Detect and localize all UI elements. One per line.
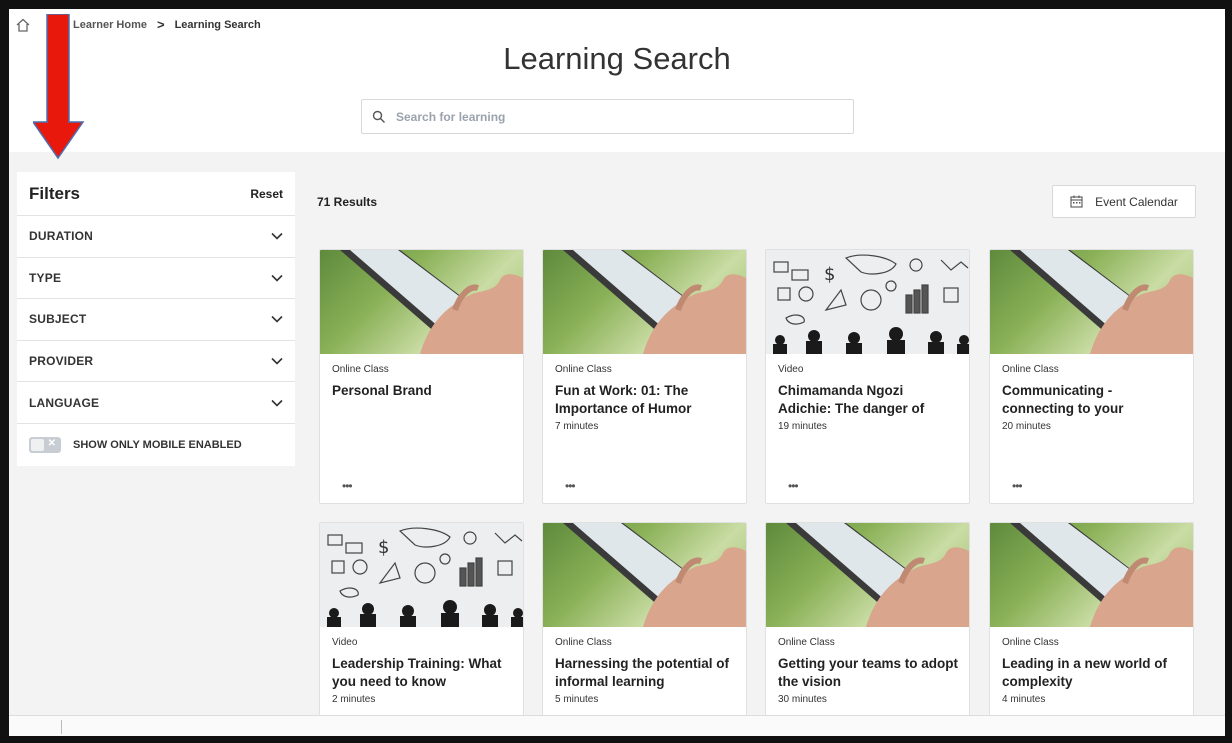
annotation-arrow-down-icon	[33, 14, 85, 160]
filter-type[interactable]: TYPE	[17, 258, 295, 300]
card-duration: 5 minutes	[555, 694, 599, 705]
doodle-icons-image: $	[327, 527, 523, 627]
filter-label: PROVIDER	[29, 354, 94, 369]
frame-border-top	[0, 0, 1000, 9]
learning-card[interactable]: Online Class Harnessing the potential of…	[542, 522, 747, 722]
learning-card[interactable]: Online Class Getting your teams to adopt…	[765, 522, 970, 722]
mobile-enabled-label: SHOW ONLY MOBILE ENABLED	[73, 438, 242, 451]
filter-subject[interactable]: SUBJECT	[17, 299, 295, 341]
card-duration: 2 minutes	[332, 694, 376, 705]
event-calendar-label: Event Calendar	[1095, 194, 1178, 209]
chevron-down-icon	[271, 274, 283, 282]
search-box[interactable]	[361, 99, 854, 134]
chevron-down-icon	[271, 316, 283, 324]
frame-border-right	[1225, 0, 1232, 743]
card-type: Online Class	[555, 364, 612, 375]
card-title[interactable]: Chimamanda Ngozi Adichie: The danger of	[778, 382, 959, 418]
filters-title: Filters	[29, 183, 81, 203]
card-title[interactable]: Leadership Training: What you need to kn…	[332, 655, 513, 691]
learning-card[interactable]: Online Class Communicating - connecting …	[989, 249, 1194, 504]
filter-label: TYPE	[29, 270, 62, 285]
mobile-enabled-filter: ✕ SHOW ONLY MOBILE ENABLED	[17, 424, 295, 466]
breadcrumb-separator: >	[156, 17, 165, 32]
filter-label: DURATION	[29, 229, 94, 244]
search-input[interactable]	[396, 109, 836, 124]
card-title[interactable]: Getting your teams to adopt the vision	[778, 655, 959, 691]
card-title[interactable]: Harnessing the potential of informal lea…	[555, 655, 736, 691]
card-type: Video	[778, 364, 804, 375]
card-title[interactable]: Fun at Work: 01: The Importance of Humor	[555, 382, 736, 418]
tablet-hand-image	[786, 523, 969, 627]
doodle-icons-image: $	[773, 254, 969, 354]
filters-panel: Filters Reset DURATION TYPE SUBJECT PROV…	[17, 172, 295, 466]
filter-label: LANGUAGE	[29, 395, 100, 410]
breadcrumb-current: Learning Search	[174, 18, 261, 31]
more-options-icon[interactable]: •••	[1012, 479, 1023, 493]
card-type: Online Class	[332, 364, 389, 375]
learning-search-page: Learner Home > Learning Search Learning …	[9, 9, 1225, 736]
card-thumbnail-tablet-hand	[543, 523, 746, 627]
bottom-bar-divider	[61, 720, 62, 734]
card-thumbnail-tablet-hand	[543, 250, 746, 354]
tablet-hand-image	[1010, 250, 1193, 354]
toggle-knob	[31, 438, 44, 451]
card-thumbnail-tablet-hand	[990, 250, 1193, 354]
calendar-icon	[1070, 195, 1083, 208]
learning-card[interactable]: $ Video Chimamanda Ngozi Adichie: The da…	[765, 249, 970, 504]
card-thumbnail-doodle-icons: $	[766, 250, 969, 354]
card-thumbnail-tablet-hand	[766, 523, 969, 627]
card-thumbnail-tablet-hand	[990, 523, 1193, 627]
filters-header: Filters Reset	[17, 172, 295, 216]
filter-duration[interactable]: DURATION	[17, 216, 295, 258]
chevron-down-icon	[271, 399, 283, 407]
card-duration: 20 minutes	[1002, 421, 1051, 432]
svg-text:$: $	[378, 537, 389, 558]
card-title[interactable]: Leading in a new world of complexity	[1002, 655, 1183, 691]
card-title[interactable]: Personal Brand	[332, 382, 513, 400]
tablet-hand-image	[563, 523, 746, 627]
learning-card[interactable]: Online Class Leading in a new world of c…	[989, 522, 1194, 722]
card-title[interactable]: Communicating - connecting to your	[1002, 382, 1183, 418]
tablet-hand-image	[340, 250, 523, 354]
chevron-down-icon	[271, 233, 283, 240]
card-duration: 30 minutes	[778, 694, 827, 705]
card-duration: 4 minutes	[1002, 694, 1046, 705]
results-count: 71 Results	[317, 195, 378, 209]
frame-border-top-right	[1000, 0, 1232, 9]
card-type: Online Class	[1002, 637, 1059, 648]
more-options-icon[interactable]: •••	[565, 479, 576, 493]
frame-border-left	[0, 0, 9, 743]
event-calendar-button[interactable]: Event Calendar	[1052, 185, 1196, 218]
card-type: Online Class	[1002, 364, 1059, 375]
page-title: Learning Search	[503, 41, 731, 76]
card-thumbnail-tablet-hand	[320, 250, 523, 354]
home-icon[interactable]	[15, 18, 31, 32]
card-type: Video	[332, 637, 358, 648]
more-options-icon[interactable]: •••	[342, 479, 353, 493]
more-options-icon[interactable]: •••	[788, 479, 799, 493]
filters-reset-button[interactable]: Reset	[250, 187, 283, 201]
card-duration: 7 minutes	[555, 421, 599, 432]
filter-language[interactable]: LANGUAGE	[17, 382, 295, 424]
tablet-hand-image	[563, 250, 746, 354]
learning-card[interactable]: Online Class Personal Brand •••	[319, 249, 524, 504]
frame-border-bottom	[0, 736, 1232, 743]
svg-text:$: $	[824, 264, 835, 285]
chevron-down-icon	[271, 358, 283, 365]
toggle-off-icon: ✕	[47, 437, 56, 449]
card-type: Online Class	[555, 637, 612, 648]
learning-card[interactable]: Online Class Fun at Work: 01: The Import…	[542, 249, 747, 504]
page-header: Learner Home > Learning Search Learning …	[9, 9, 1225, 152]
filter-label: SUBJECT	[29, 312, 87, 327]
card-thumbnail-doodle-icons: $	[320, 523, 523, 627]
search-icon	[372, 110, 385, 123]
card-duration: 19 minutes	[778, 421, 827, 432]
filter-provider[interactable]: PROVIDER	[17, 341, 295, 383]
card-type: Online Class	[778, 637, 835, 648]
tablet-hand-image	[1010, 523, 1193, 627]
learning-card[interactable]: $ Video Leadership Training: What you ne…	[319, 522, 524, 722]
bottom-bar	[9, 715, 1225, 736]
mobile-enabled-toggle[interactable]: ✕	[29, 436, 61, 453]
